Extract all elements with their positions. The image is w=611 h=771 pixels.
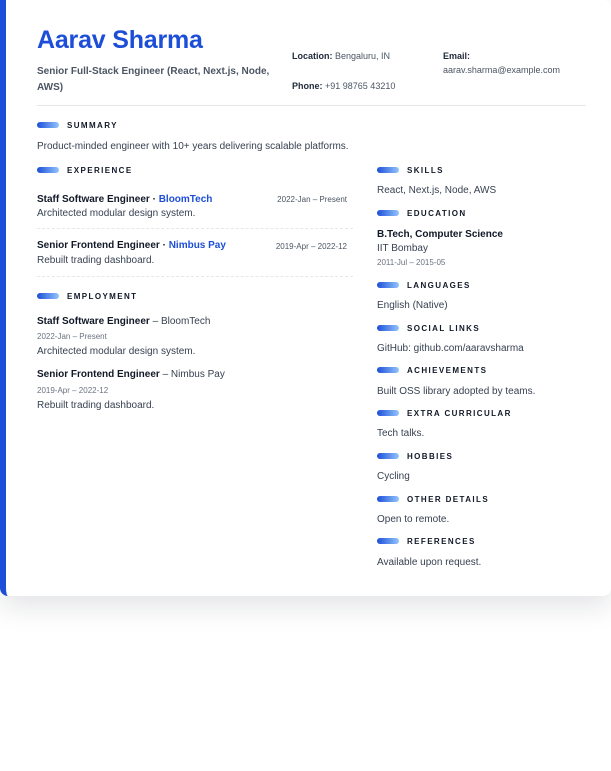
languages-text: English (Native) <box>377 300 448 311</box>
experience-dates: 2022-Jan – Present <box>277 195 347 204</box>
section-bar-icon <box>377 496 399 502</box>
section-bar-icon <box>377 410 399 416</box>
section-label: LANGUAGES <box>407 280 471 290</box>
employment-company: BloomTech <box>160 316 211 327</box>
employment-desc: Architected modular design system. <box>37 346 196 357</box>
experience-company: BloomTech <box>158 194 213 205</box>
section-label: SKILLS <box>407 165 444 175</box>
experience-divider <box>37 228 353 229</box>
phone-label: Phone: <box>292 81 323 91</box>
experience-dates: 2019-Apr – 2022-12 <box>275 242 347 251</box>
experience-item-title: Senior Frontend Engineer · Nimbus Pay <box>37 239 226 253</box>
candidate-title: Senior Full-Stack Engineer (React, Next.… <box>37 66 270 93</box>
employment-item-title: Senior Frontend Engineer – Nimbus Pay <box>37 368 225 382</box>
section-label: SOCIAL LINKS <box>407 323 481 333</box>
employment-company: Nimbus Pay <box>170 369 225 380</box>
experience-role: Senior Frontend Engineer <box>37 240 160 251</box>
section-social-heading: SOCIAL LINKS <box>377 321 480 335</box>
education-school: IIT Bombay <box>377 243 428 254</box>
section-summary-heading: SUMMARY <box>37 118 118 132</box>
employment-separator: – <box>159 369 171 380</box>
location-label: Location: <box>292 51 333 61</box>
section-label: HOBBIES <box>407 451 454 461</box>
experience-desc: Architected modular design system. <box>37 208 196 219</box>
location-value: Bengaluru, IN <box>335 51 391 61</box>
employment-dates: 2022-Jan – Present <box>37 332 107 341</box>
other-details-text: Open to remote. <box>377 514 450 525</box>
candidate-name: Aarav Sharma <box>37 26 203 54</box>
section-bar-icon <box>377 453 399 459</box>
section-other-heading: OTHER DETAILS <box>377 492 489 506</box>
contact-phone: Phone: +91 98765 43210 <box>292 79 395 93</box>
section-label: EDUCATION <box>407 208 467 218</box>
section-bar-icon <box>37 167 59 173</box>
hobbies-text: Cycling <box>377 471 410 482</box>
experience-separator: · <box>159 240 169 251</box>
summary-text: Product-minded engineer with 10+ years d… <box>37 141 349 152</box>
employment-dates: 2019-Apr – 2022-12 <box>37 386 109 395</box>
section-label: REFERENCES <box>407 536 476 546</box>
section-experience-heading: EXPERIENCE <box>37 163 133 177</box>
email-label: Email: <box>443 51 471 61</box>
contact-email: Email: aarav.sharma@example.com <box>443 49 560 77</box>
section-bar-icon <box>37 122 59 128</box>
section-skills-heading: SKILLS <box>377 163 444 177</box>
achievements-text: Built OSS library adopted by teams. <box>377 386 536 397</box>
section-label: EXTRA CURRICULAR <box>407 408 512 418</box>
section-bar-icon <box>377 167 399 173</box>
experience-desc: Rebuilt trading dashboard. <box>37 255 155 266</box>
experience-role: Staff Software Engineer <box>37 194 150 205</box>
employment-separator: – <box>149 316 161 327</box>
section-employment-heading: EMPLOYMENT <box>37 289 137 303</box>
experience-company: Nimbus Pay <box>168 240 226 251</box>
extra-curricular-text: Tech talks. <box>377 428 425 439</box>
section-label: ACHIEVEMENTS <box>407 365 488 375</box>
contact-location: Location: Bengaluru, IN <box>292 49 390 63</box>
section-languages-heading: LANGUAGES <box>377 278 471 292</box>
section-label: EMPLOYMENT <box>67 291 138 301</box>
section-bar-icon <box>377 367 399 373</box>
section-education-heading: EDUCATION <box>377 206 467 220</box>
employment-role: Staff Software Engineer <box>37 316 150 327</box>
section-hobbies-heading: HOBBIES <box>377 449 453 463</box>
skills-text: React, Next.js, Node, AWS <box>377 185 497 196</box>
phone-value: +91 98765 43210 <box>325 81 396 91</box>
section-extra-heading: EXTRA CURRICULAR <box>377 406 512 420</box>
section-bar-icon <box>37 293 59 299</box>
section-bar-icon <box>377 282 399 288</box>
section-achievements-heading: ACHIEVEMENTS <box>377 363 487 377</box>
section-bar-icon <box>377 538 399 544</box>
section-label: OTHER DETAILS <box>407 494 490 504</box>
education-degree: B.Tech, Computer Science <box>377 229 503 240</box>
social-links-text: GitHub: github.com/aaravsharma <box>377 343 524 354</box>
section-bar-icon <box>377 210 399 216</box>
email-value: aarav.sharma@example.com <box>443 65 561 75</box>
section-bar-icon <box>377 325 399 331</box>
employment-role: Senior Frontend Engineer <box>37 369 160 380</box>
section-label: SUMMARY <box>67 120 118 130</box>
references-text: Available upon request. <box>377 557 482 568</box>
employment-desc: Rebuilt trading dashboard. <box>37 400 155 411</box>
education-dates: 2011-Jul – 2015-05 <box>377 258 446 267</box>
section-references-heading: REFERENCES <box>377 534 476 548</box>
experience-separator: · <box>149 194 159 205</box>
resume-card: Aarav Sharma Senior Full-Stack Engineer … <box>0 0 611 596</box>
experience-divider <box>37 276 353 277</box>
resume-header: Aarav Sharma Senior Full-Stack Engineer … <box>37 26 586 106</box>
experience-item-title: Staff Software Engineer · BloomTech <box>37 193 212 207</box>
section-label: EXPERIENCE <box>67 165 133 175</box>
employment-item-title: Staff Software Engineer – BloomTech <box>37 315 210 329</box>
